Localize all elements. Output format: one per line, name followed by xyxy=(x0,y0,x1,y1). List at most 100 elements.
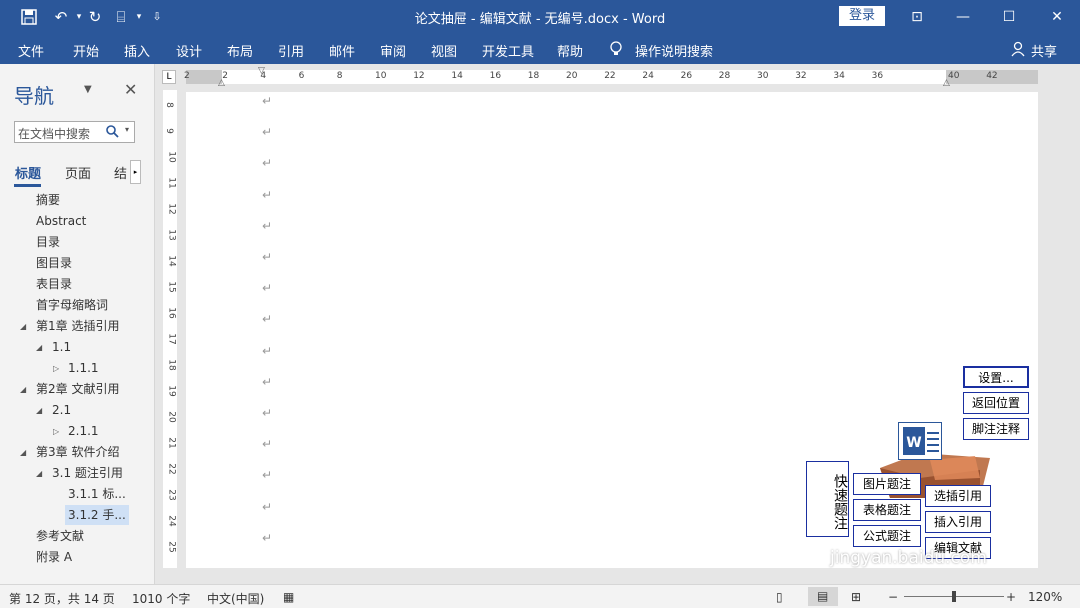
nav-heading-item[interactable]: 2.1.1 xyxy=(68,421,99,441)
tab-developer[interactable]: 开发工具 xyxy=(482,41,534,60)
ruler-tick-label: 10 xyxy=(375,71,387,81)
person-icon xyxy=(1011,41,1025,61)
ruler-tick-label: 21 xyxy=(166,437,177,449)
search-icon[interactable] xyxy=(106,125,119,141)
nav-heading-item[interactable]: 2.1 xyxy=(52,400,71,420)
nav-heading-item[interactable]: 1.1.1 xyxy=(68,358,99,378)
collapse-arrow-icon[interactable]: ◢ xyxy=(36,406,42,415)
insert-citation-button[interactable]: 插入引用 xyxy=(925,511,991,533)
ruler-tick-label: 34 xyxy=(833,71,845,81)
maximize-button[interactable]: ☐ xyxy=(986,0,1032,34)
zoom-slider-thumb[interactable] xyxy=(952,591,956,602)
tab-help[interactable]: 帮助 xyxy=(557,41,583,60)
tab-insert[interactable]: 插入 xyxy=(124,41,150,60)
collapse-arrow-icon[interactable]: ◢ xyxy=(20,322,26,331)
collapse-arrow-icon[interactable]: ◢ xyxy=(36,469,42,478)
chevron-right-icon[interactable]: ▸ xyxy=(130,160,141,184)
nav-heading-item[interactable]: 第1章 选插引用 xyxy=(36,316,119,336)
macro-recording-icon[interactable]: ▦ xyxy=(283,590,294,604)
zoom-out-button[interactable]: − xyxy=(888,590,898,604)
word-count[interactable]: 1010 个字 xyxy=(132,590,190,607)
horizontal-ruler[interactable]: L 2 2 4 6 8 10 12 14 16 18 20 22 24 26 28 30 32 34 36 40 42 … xyxy=(158,66,1038,88)
tell-me-search[interactable]: 操作说明搜索 xyxy=(635,41,713,60)
close-icon[interactable]: ✕ xyxy=(124,80,137,99)
tab-references[interactable]: 引用 xyxy=(278,41,304,60)
ruler-tick-label: 22 xyxy=(604,71,616,81)
equation-caption-button[interactable]: 公式题注 xyxy=(853,525,921,547)
ruler-tick-label: 6 xyxy=(298,71,305,81)
collapse-arrow-icon[interactable]: ◢ xyxy=(20,448,26,457)
footnote-button[interactable]: 脚注注释 xyxy=(963,418,1029,440)
nav-heading-item[interactable]: 附录 A xyxy=(36,547,72,567)
ruler-tick-label: 8 xyxy=(336,71,343,81)
zoom-level[interactable]: 120% xyxy=(1028,590,1062,604)
collapse-arrow-icon[interactable]: ◢ xyxy=(20,385,26,394)
ruler-tick-label: 15 xyxy=(166,281,177,293)
tab-results[interactable]: 结 xyxy=(114,163,127,182)
expand-arrow-icon[interactable]: ▷ xyxy=(53,427,59,436)
lightbulb-icon xyxy=(609,41,623,61)
tab-mailings[interactable]: 邮件 xyxy=(329,41,355,60)
figure-caption-button[interactable]: 图片题注 xyxy=(853,473,921,495)
page-count[interactable]: 第 12 页，共 14 页 xyxy=(9,590,115,607)
nav-heading-item[interactable]: 第3章 软件介绍 xyxy=(36,442,119,462)
nav-heading-item[interactable]: 第2章 文献引用 xyxy=(36,379,119,399)
ribbon-display-icon[interactable]: ⊡ xyxy=(894,0,940,34)
tab-file[interactable]: 文件 xyxy=(18,41,44,60)
vertical-ruler[interactable]: 8 9 10 11 12 13 14 15 16 17 18 19 20 21 22 23 24 25 xyxy=(160,90,182,568)
nav-heading-item[interactable]: 图目录 xyxy=(36,253,72,273)
quick-caption-button[interactable]: 快速题注 xyxy=(806,461,849,537)
paragraph-mark: ↵ xyxy=(262,374,273,389)
nav-heading-item[interactable]: 摘要 xyxy=(36,190,60,210)
login-button[interactable]: 登录 xyxy=(839,6,885,26)
ruler-tick-label: 18 xyxy=(166,359,177,371)
tab-stop-icon[interactable]: L xyxy=(162,70,176,84)
right-indent-marker[interactable]: △ xyxy=(943,78,950,88)
nav-heading-item-selected[interactable]: 3.1.2 手... xyxy=(65,505,129,525)
nav-heading-item[interactable]: 表目录 xyxy=(36,274,72,294)
cross-reference-button[interactable]: 选插引用 xyxy=(925,485,991,507)
ruler-tick-label: 16 xyxy=(489,71,502,81)
nav-heading-item[interactable]: 1.1 xyxy=(52,337,71,357)
search-dropdown-icon[interactable]: ▾ xyxy=(125,125,129,134)
nav-options-icon[interactable]: ▼ xyxy=(84,84,92,95)
language-indicator[interactable]: 中文(中国) xyxy=(207,590,264,607)
expand-arrow-icon[interactable]: ▷ xyxy=(53,364,59,373)
web-layout-icon[interactable]: ⊞ xyxy=(851,590,861,604)
nav-heading-item[interactable]: 目录 xyxy=(36,232,60,252)
close-button[interactable]: ✕ xyxy=(1034,0,1080,34)
table-caption-button[interactable]: 表格题注 xyxy=(853,499,921,521)
zoom-in-button[interactable]: + xyxy=(1006,590,1016,604)
tab-home[interactable]: 开始 xyxy=(73,41,99,60)
search-placeholder: 在文档中搜索 xyxy=(18,127,91,141)
ruler-tick-label: 2 xyxy=(184,71,190,81)
first-line-indent-marker[interactable]: ▽ xyxy=(258,66,265,76)
tab-design[interactable]: 设计 xyxy=(176,41,202,60)
print-layout-icon[interactable]: ▤ xyxy=(808,587,838,606)
tab-review[interactable]: 审阅 xyxy=(380,41,406,60)
paragraph-mark: ↵ xyxy=(262,281,273,296)
read-mode-icon[interactable]: ▯ xyxy=(776,590,783,604)
watermark: jingyan.baidu.com xyxy=(830,548,987,568)
minimize-button[interactable]: — xyxy=(940,0,986,34)
left-indent-marker[interactable]: △ xyxy=(218,78,225,88)
collapse-arrow-icon[interactable]: ◢ xyxy=(36,343,42,352)
ruler-tick-label: 8 xyxy=(163,102,174,108)
return-position-button[interactable]: 返回位置 xyxy=(963,392,1029,414)
settings-button[interactable]: 设置... xyxy=(963,366,1029,388)
nav-heading-item[interactable]: 3.1 题注引用 xyxy=(52,463,123,483)
paragraph-mark: ↵ xyxy=(262,530,273,545)
tab-pages[interactable]: 页面 xyxy=(65,163,91,182)
nav-heading-item[interactable]: 参考文献 xyxy=(36,526,84,546)
ruler-tick-label: 19 xyxy=(166,385,177,397)
tab-headings[interactable]: 标题 xyxy=(15,163,41,182)
tab-layout[interactable]: 布局 xyxy=(227,41,253,60)
navigation-pane: 导航 ▼ ✕ 在文档中搜索 ▾ 标题 页面 结 ▸ 摘要 Abstract 目录… xyxy=(0,64,155,584)
share-button[interactable]: 共享 xyxy=(1031,41,1057,60)
tab-view[interactable]: 视图 xyxy=(431,41,457,60)
ruler-tick-label: 24 xyxy=(642,71,654,81)
nav-heading-item[interactable]: Abstract xyxy=(36,211,86,231)
nav-heading-item[interactable]: 首字母缩略词 xyxy=(36,295,108,315)
ruler-tick-label: 12 xyxy=(413,71,425,81)
nav-heading-item[interactable]: 3.1.1 标... xyxy=(68,484,126,504)
